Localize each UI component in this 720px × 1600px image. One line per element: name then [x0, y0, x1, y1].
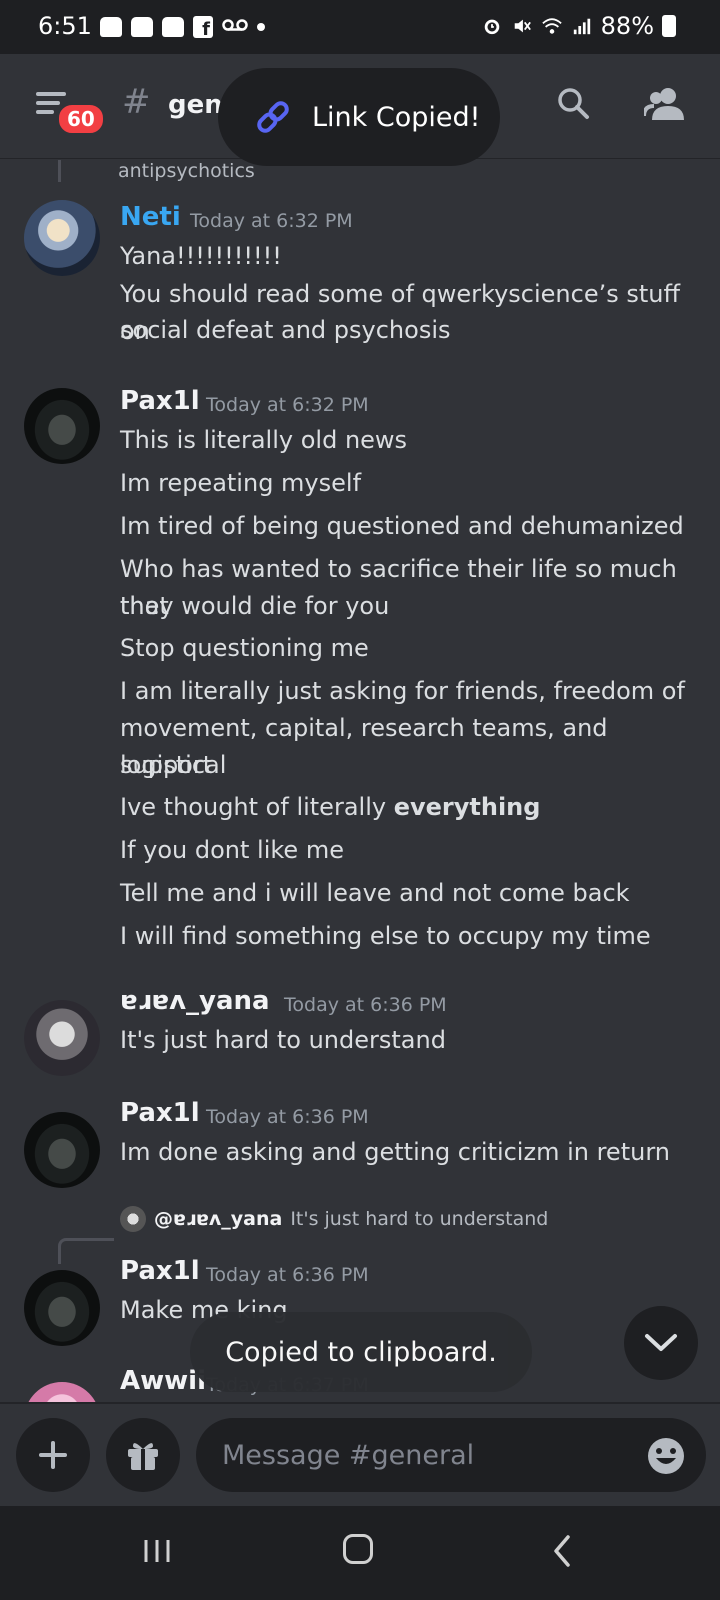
- reply-quote: It's just hard to understand: [290, 1208, 549, 1230]
- message-line: Im tired of being questioned and dehuman…: [120, 512, 684, 540]
- message-line: social defeat and psychosis: [120, 316, 451, 344]
- author-name[interactable]: Neti: [120, 202, 181, 232]
- reply-context-text: antipsychotics: [118, 160, 255, 182]
- reply-connector: [58, 1238, 114, 1264]
- timestamp: Today at 6:36 PM: [206, 1106, 369, 1128]
- alarm-icon: [484, 19, 499, 35]
- gift-icon: [128, 1443, 158, 1470]
- system-icons: 88%: [481, 12, 676, 40]
- game-controller-icon: [162, 17, 184, 37]
- message-line: If you dont like me: [120, 836, 344, 864]
- recent-apps-icon[interactable]: [142, 1536, 172, 1566]
- timestamp: Today at 6:32 PM: [206, 394, 369, 416]
- message-line: Yana!!!!!!!!!!!: [120, 242, 282, 270]
- gift-button[interactable]: [106, 1418, 180, 1492]
- message-list[interactable]: antipsychotics Neti Today at 6:32 PM Yan…: [0, 160, 720, 1402]
- home-icon[interactable]: [343, 1534, 373, 1564]
- unread-badge: 60: [56, 102, 106, 136]
- message-input[interactable]: [196, 1418, 706, 1492]
- bold-text: everything: [393, 793, 541, 821]
- mute-icon: [514, 19, 531, 33]
- timestamp: Today at 6:36 PM: [206, 1264, 369, 1286]
- plus-icon: [39, 1441, 67, 1469]
- battery-percent: 88%: [600, 12, 654, 40]
- signal-icon: [573, 18, 590, 35]
- author-name[interactable]: Pax1l: [120, 1098, 200, 1128]
- author-name[interactable]: Pax1l: [120, 1256, 200, 1286]
- hash-icon: #: [122, 82, 151, 122]
- back-icon[interactable]: [548, 1534, 578, 1568]
- author-name[interactable]: ɐɹɐʌ_yana: [120, 986, 270, 1016]
- author-name[interactable]: Pax1l: [120, 386, 200, 416]
- message-line: I will find something else to occupy my …: [120, 922, 651, 950]
- link-icon: [257, 101, 289, 133]
- jump-to-bottom-button[interactable]: [624, 1306, 698, 1380]
- timestamp: Today at 6:32 PM: [190, 210, 353, 232]
- message-line: This is literally old news: [120, 426, 408, 454]
- avatar[interactable]: [24, 1112, 100, 1188]
- avatar[interactable]: [24, 1270, 100, 1346]
- status-time: 6:51: [38, 12, 92, 40]
- message-line: It's just hard to understand: [120, 1026, 446, 1054]
- message-line: Im done asking and getting criticizm in …: [120, 1138, 670, 1166]
- game-controller-icon: [131, 17, 153, 37]
- link-copied-toast: Link Copied!: [218, 68, 500, 166]
- notification-icons: [100, 16, 265, 40]
- message-line: they would die for you: [120, 592, 390, 620]
- wifi-icon: [541, 18, 562, 34]
- message-line: Stop questioning me: [120, 634, 369, 662]
- message-line: I am literally just asking for friends, …: [120, 677, 685, 705]
- attach-button[interactable]: [16, 1418, 90, 1492]
- clipboard-toast: Copied to clipboard.: [190, 1312, 532, 1392]
- timestamp: Today at 6:36 PM: [284, 994, 447, 1016]
- message-text: Ive thought of literally: [120, 793, 394, 821]
- members-icon[interactable]: [644, 86, 684, 122]
- author-name[interactable]: Awwii: [120, 1366, 206, 1396]
- toast-text: Link Copied!: [312, 101, 481, 133]
- search-icon[interactable]: [556, 86, 590, 120]
- status-bar: 6:51 88%: [0, 0, 720, 54]
- message-line: support: [120, 751, 213, 779]
- more-notifications-dot: [257, 23, 265, 31]
- avatar[interactable]: [24, 388, 100, 464]
- reply-avatar: [120, 1206, 146, 1232]
- emoji-icon[interactable]: [646, 1436, 686, 1476]
- message-line: Tell me and i will leave and not come ba…: [120, 879, 630, 907]
- system-nav-bar: [0, 1506, 720, 1600]
- chevron-down-icon: [645, 1334, 677, 1351]
- channel-name[interactable]: gen: [168, 90, 223, 120]
- avatar[interactable]: [24, 1382, 100, 1402]
- message-line: Ive thought of literally everything: [120, 789, 690, 826]
- reply-connector: [58, 160, 61, 182]
- facebook-icon: [193, 16, 213, 40]
- game-controller-icon: [100, 17, 122, 37]
- message-line: Im repeating myself: [120, 469, 362, 497]
- reply-reference[interactable]: @ɐɹɐʌ_yana It's just hard to understand: [120, 1206, 548, 1232]
- battery-icon: [662, 15, 676, 37]
- avatar[interactable]: [24, 200, 100, 276]
- voicemail-icon: [222, 17, 248, 37]
- reply-mention: @ɐɹɐʌ_yana: [154, 1208, 283, 1230]
- message-composer: [0, 1402, 720, 1506]
- avatar[interactable]: [24, 1000, 100, 1076]
